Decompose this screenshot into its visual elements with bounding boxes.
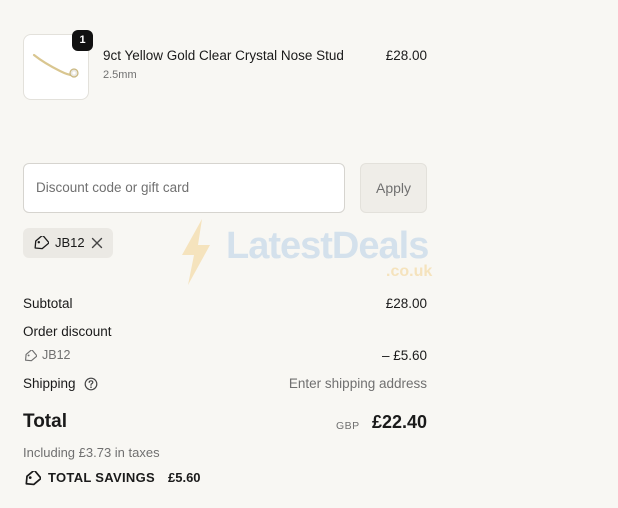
nose-stud-image	[32, 53, 79, 78]
subtotal-label: Subtotal	[23, 296, 73, 311]
discount-value: – £5.60	[381, 348, 427, 363]
applied-code-label: JB12	[55, 235, 85, 250]
product-name: 9ct Yellow Gold Clear Crystal Nose Stud	[103, 48, 344, 63]
quantity-badge: 1	[72, 30, 93, 51]
taxes-note: Including £3.73 in taxes	[23, 445, 160, 460]
tag-icon	[34, 236, 49, 250]
total-label: Total	[23, 411, 67, 432]
shipping-label: Shipping	[23, 376, 76, 391]
help-icon[interactable]	[84, 377, 98, 391]
lightning-bolt-icon	[182, 219, 210, 285]
savings-label: TOTAL SAVINGS	[48, 470, 155, 485]
total-amount: £22.40	[371, 412, 427, 432]
apply-button[interactable]: Apply	[360, 163, 427, 213]
watermark-domain: .co.uk	[386, 263, 433, 280]
product-price: £28.00	[385, 48, 427, 63]
applied-discount-chip: JB12	[23, 228, 113, 258]
subtotal-value: £28.00	[385, 296, 427, 311]
discount-code-input[interactable]: Discount code or gift card	[23, 163, 345, 213]
cart-line-item: 1 9ct Yellow Gold Clear Crystal Nose Stu…	[23, 30, 427, 100]
currency-code: GBP	[336, 420, 360, 432]
order-discount-label: Order discount	[23, 324, 112, 339]
discount-code-text: JB12	[42, 348, 71, 362]
watermark-logo: LatestDeals .co.uk	[176, 217, 446, 289]
tag-icon	[25, 350, 37, 362]
close-icon[interactable]	[91, 237, 103, 249]
watermark-brand: LatestDeals	[226, 225, 429, 267]
tag-icon	[25, 471, 41, 486]
product-variant: 2.5mm	[103, 69, 137, 81]
shipping-value: Enter shipping address	[288, 376, 427, 391]
savings-amount: £5.60	[168, 470, 201, 485]
